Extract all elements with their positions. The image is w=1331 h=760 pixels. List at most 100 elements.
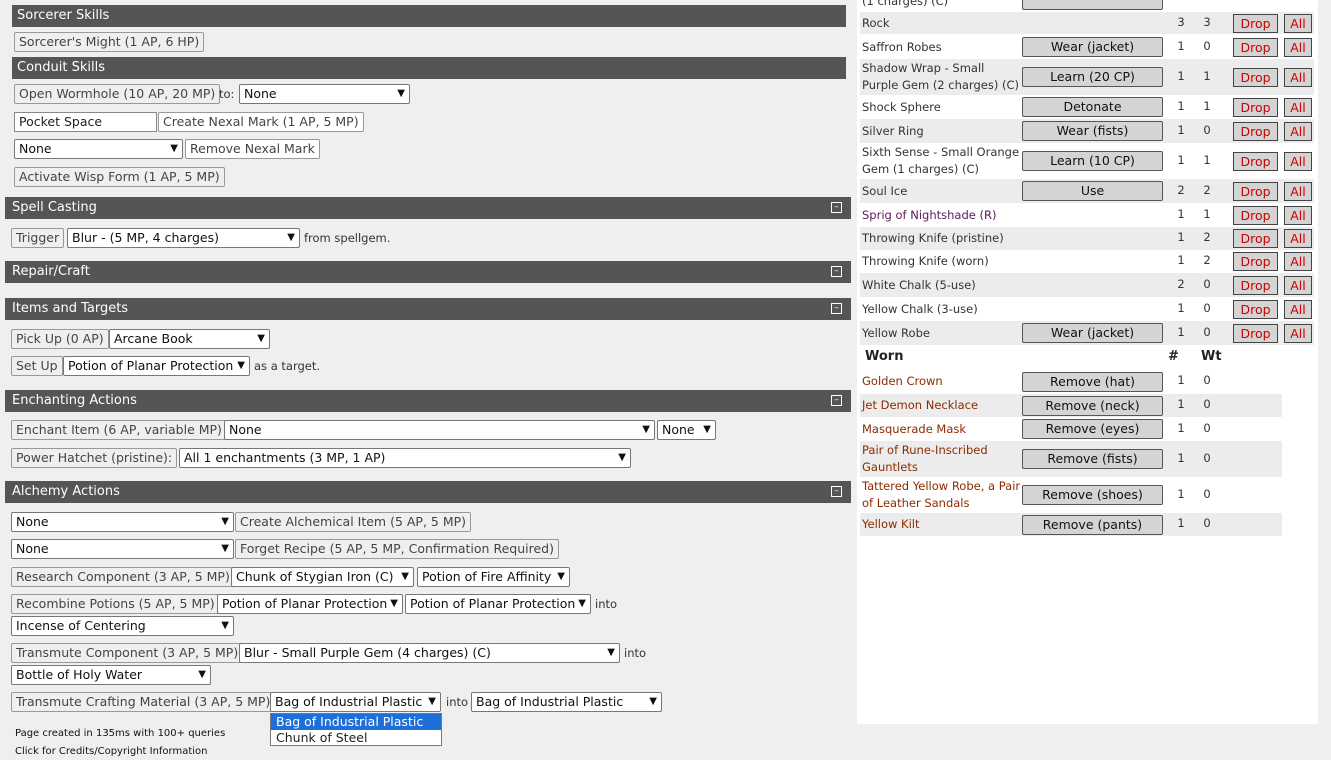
forget-recipe-button[interactable]: Forget Recipe (5 AP, 5 MP, Confirmation … xyxy=(235,539,559,559)
drop-all-button[interactable]: All xyxy=(1284,68,1312,87)
research-component-button[interactable]: Research Component (3 AP, 5 MP) xyxy=(11,567,235,587)
item-action-button[interactable] xyxy=(1022,0,1163,10)
enchant-item-select[interactable]: None ▼ xyxy=(224,420,655,440)
item-weight: 1 xyxy=(1203,99,1211,113)
drop-button[interactable]: Drop xyxy=(1233,276,1278,295)
pick-up-button[interactable]: Pick Up (0 AP) xyxy=(11,329,109,349)
item-name: Silver Ring xyxy=(862,124,924,138)
enchant-type-select[interactable]: None ▼ xyxy=(657,420,716,440)
drop-button[interactable]: Drop xyxy=(1233,152,1278,171)
create-alchemy-select[interactable]: None ▼ xyxy=(11,512,234,532)
drop-all-button[interactable]: All xyxy=(1284,98,1312,117)
remove-button[interactable]: Remove (neck) xyxy=(1022,396,1163,416)
drop-all-button[interactable]: All xyxy=(1284,276,1312,295)
pocket-space-input[interactable]: Pocket Space xyxy=(14,112,157,132)
collapse-icon[interactable]: – xyxy=(831,486,842,497)
dropdown-option[interactable]: Bag of Industrial Plastic xyxy=(271,714,441,730)
open-wormhole-button[interactable]: Open Wormhole (10 AP, 20 MP) xyxy=(14,84,221,104)
drop-button[interactable]: Drop xyxy=(1233,300,1278,319)
trigger-button[interactable]: Trigger xyxy=(11,228,65,248)
alchemy-header: Alchemy Actions – xyxy=(5,481,851,503)
remove-button[interactable]: Remove (hat) xyxy=(1022,372,1163,392)
item-action-button[interactable]: Learn (20 CP) xyxy=(1022,67,1163,87)
drop-all-button[interactable]: All xyxy=(1284,14,1312,33)
drop-button[interactable]: Drop xyxy=(1233,14,1278,33)
drop-button[interactable]: Drop xyxy=(1233,252,1278,271)
drop-all-button[interactable]: All xyxy=(1284,206,1312,225)
wormhole-target-select[interactable]: None ▼ xyxy=(239,84,410,104)
item-qty: 1 xyxy=(1177,123,1185,137)
transmute-component-select[interactable]: Blur - Small Purple Gem (4 charges) (C) ▼ xyxy=(239,643,620,663)
recombine-b-select[interactable]: Potion of Planar Protection ▼ xyxy=(405,594,591,614)
remove-nexal-mark-button[interactable]: Remove Nexal Mark xyxy=(185,139,320,159)
crafting-material-dropdown[interactable]: Bag of Industrial Plastic Chunk of Steel xyxy=(270,713,442,746)
drop-all-button[interactable]: All xyxy=(1284,300,1312,319)
recombine-result-select[interactable]: Incense of Centering ▼ xyxy=(11,616,234,636)
power-hatchet-button[interactable]: Power Hatchet (pristine): xyxy=(11,448,178,468)
drop-button[interactable]: Drop xyxy=(1233,68,1278,87)
drop-all-button[interactable]: All xyxy=(1284,38,1312,57)
drop-all-button[interactable]: All xyxy=(1284,229,1312,248)
inventory-row-partial: (1 charges) (C) xyxy=(860,0,1314,12)
drop-button[interactable]: Drop xyxy=(1233,206,1278,225)
drop-all-button[interactable]: All xyxy=(1284,122,1312,141)
research-affinity-select[interactable]: Potion of Fire Affinity ▼ xyxy=(417,567,570,587)
nexal-mark-select[interactable]: None ▼ xyxy=(14,139,183,159)
spellgem-select[interactable]: Blur - (5 MP, 4 charges) ▼ xyxy=(67,228,300,248)
remove-button[interactable]: Remove (shoes) xyxy=(1022,485,1163,505)
forget-recipe-select[interactable]: None ▼ xyxy=(11,539,234,559)
transmute-result-select[interactable]: Bottle of Holy Water ▼ xyxy=(11,665,211,685)
crafting-result-select[interactable]: Bag of Industrial Plastic ▼ xyxy=(471,692,662,712)
recombine-a-select[interactable]: Potion of Planar Protection ▼ xyxy=(217,594,403,614)
drop-button[interactable]: Drop xyxy=(1233,229,1278,248)
worn-qty: 1 xyxy=(1177,451,1185,465)
remove-button[interactable]: Remove (fists) xyxy=(1022,449,1163,469)
item-action-button[interactable]: Learn (10 CP) xyxy=(1022,151,1163,171)
transmute-crafting-button[interactable]: Transmute Crafting Material (3 AP, 5 MP) xyxy=(11,692,276,712)
worn-row: Jet Demon Necklace Remove (neck) 1 0 xyxy=(860,394,1282,417)
remove-button[interactable]: Remove (pants) xyxy=(1022,515,1163,535)
item-action-button[interactable]: Wear (jacket) xyxy=(1022,37,1163,57)
inventory-row: Throwing Knife (pristine) 1 2 Drop All xyxy=(860,227,1314,250)
worn-weight: 0 xyxy=(1203,373,1211,387)
set-up-button[interactable]: Set Up xyxy=(11,356,63,376)
drop-all-button[interactable]: All xyxy=(1284,324,1312,343)
drop-button[interactable]: Drop xyxy=(1233,324,1278,343)
pick-up-select[interactable]: Arcane Book ▼ xyxy=(109,329,270,349)
drop-all-button[interactable]: All xyxy=(1284,182,1312,201)
drop-button[interactable]: Drop xyxy=(1233,38,1278,57)
power-hatchet-select[interactable]: All 1 enchantments (3 MP, 1 AP) ▼ xyxy=(179,448,631,468)
enchant-item-button[interactable]: Enchant Item (6 AP, variable MP) xyxy=(11,420,227,440)
sorcerers-might-button[interactable]: Sorcerer's Might (1 AP, 6 HP) xyxy=(14,32,205,52)
item-action-button[interactable]: Wear (fists) xyxy=(1022,121,1163,141)
crafting-material-select[interactable]: Bag of Industrial Plastic ▼ xyxy=(270,692,441,712)
drop-button[interactable]: Drop xyxy=(1233,122,1278,141)
collapse-icon[interactable]: – xyxy=(831,202,842,213)
drop-button[interactable]: Drop xyxy=(1233,98,1278,117)
drop-all-button[interactable]: All xyxy=(1284,252,1312,271)
item-action-button[interactable]: Detonate xyxy=(1022,97,1163,117)
research-component-select[interactable]: Chunk of Stygian Iron (C) ▼ xyxy=(231,567,414,587)
worn-item-label: Golden Crown xyxy=(862,374,943,388)
inventory-row: Yellow Chalk (3-use) 1 0 Drop All xyxy=(860,297,1314,321)
drop-button[interactable]: Drop xyxy=(1233,182,1278,201)
item-qty: 1 xyxy=(1177,230,1185,244)
collapse-icon[interactable]: – xyxy=(831,395,842,406)
worn-item-name: Jet Demon Necklace xyxy=(862,397,978,414)
recombine-potions-button[interactable]: Recombine Potions (5 AP, 5 MP) xyxy=(11,594,220,614)
item-action-button[interactable]: Use xyxy=(1022,181,1163,201)
dropdown-option[interactable]: Chunk of Steel xyxy=(271,730,441,746)
collapse-icon[interactable]: – xyxy=(831,303,842,314)
transmute-component-button[interactable]: Transmute Component (3 AP, 5 MP) xyxy=(11,643,244,663)
collapse-icon[interactable]: – xyxy=(831,266,842,277)
remove-button[interactable]: Remove (eyes) xyxy=(1022,419,1163,439)
drop-all-button[interactable]: All xyxy=(1284,152,1312,171)
item-action-button[interactable]: Wear (jacket) xyxy=(1022,323,1163,343)
create-nexal-mark-button[interactable]: Create Nexal Mark (1 AP, 5 MP) xyxy=(158,112,364,132)
activate-wisp-form-button[interactable]: Activate Wisp Form (1 AP, 5 MP) xyxy=(14,167,225,187)
item-qty: 2 xyxy=(1177,277,1185,291)
create-alchemical-button[interactable]: Create Alchemical Item (5 AP, 5 MP) xyxy=(235,512,472,532)
worn-item-name: Yellow Kilt xyxy=(862,516,920,533)
set-up-select[interactable]: Potion of Planar Protection ▼ xyxy=(63,356,250,376)
credits-link[interactable]: Click for Credits/Copyright Information xyxy=(15,746,208,757)
